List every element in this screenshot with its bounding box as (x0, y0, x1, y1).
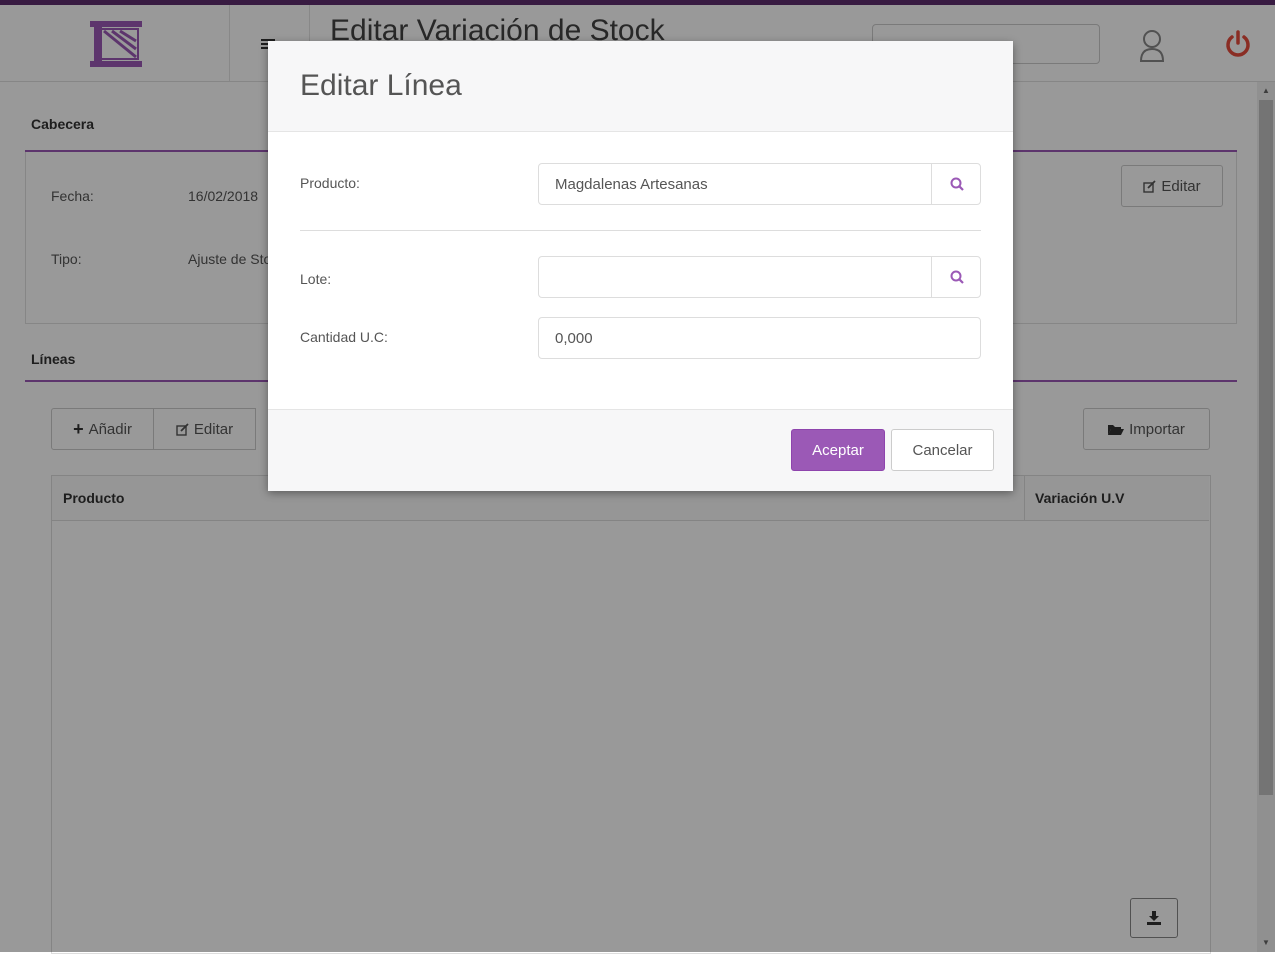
cantidad-input[interactable]: 0,000 (538, 317, 981, 359)
lote-input[interactable] (538, 256, 981, 298)
cantidad-label: Cantidad U.C: (300, 329, 388, 345)
modal-title: Editar Línea (300, 69, 462, 102)
cancel-button[interactable]: Cancelar (891, 429, 994, 471)
cantidad-value: 0,000 (555, 329, 593, 347)
edit-line-modal: Editar Línea Producto: Magdalenas Artesa… (268, 41, 1013, 491)
producto-search-button[interactable] (931, 163, 981, 205)
lote-search-button[interactable] (931, 256, 981, 298)
search-icon (950, 177, 964, 191)
producto-label: Producto: (300, 175, 360, 191)
cancel-label: Cancelar (912, 441, 973, 459)
accept-button[interactable]: Aceptar (791, 429, 885, 471)
producto-value: Magdalenas Artesanas (555, 175, 708, 193)
search-icon (950, 270, 964, 284)
accept-label: Aceptar (812, 441, 864, 459)
modal-divider (300, 230, 981, 231)
producto-input[interactable]: Magdalenas Artesanas (538, 163, 981, 205)
lote-label: Lote: (300, 271, 332, 287)
